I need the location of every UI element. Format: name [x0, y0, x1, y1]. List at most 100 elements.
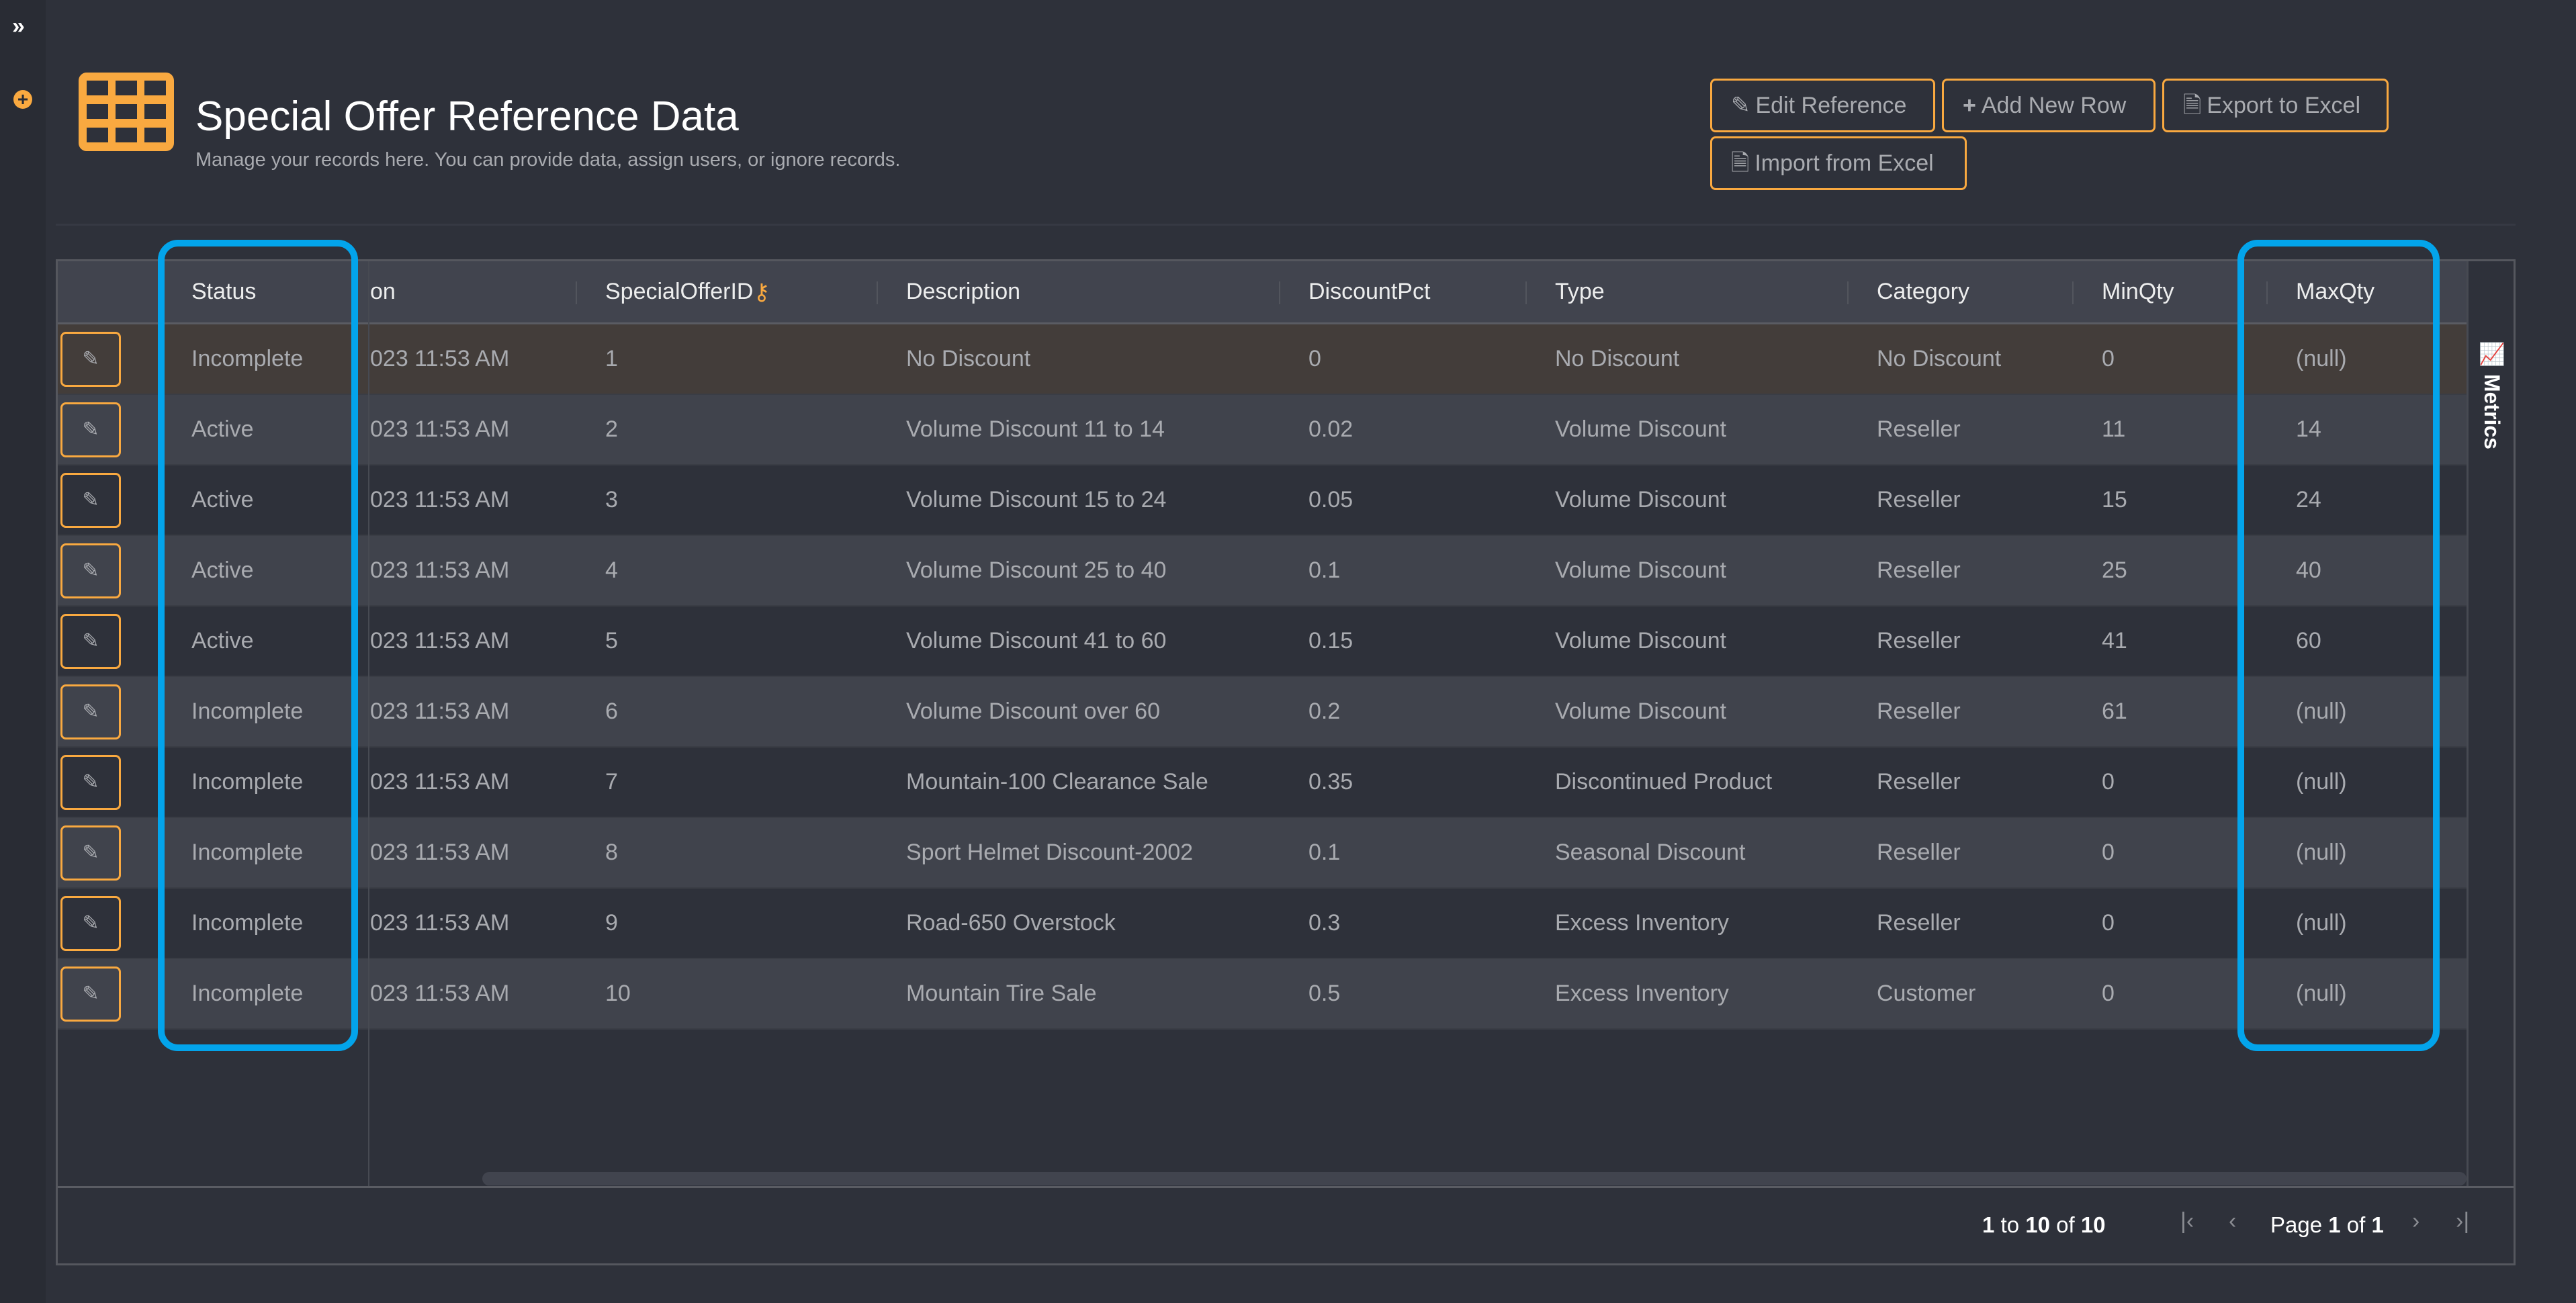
header-special-offer-id[interactable]: SpecialOfferID ⚷ — [577, 261, 878, 322]
edit-row-button[interactable]: ✎ — [60, 754, 121, 810]
export-excel-button[interactable]: 🗎 Export to Excel — [2162, 79, 2389, 132]
cell-special-offer-id: 4 — [605, 557, 618, 583]
cell-category: Reseller — [1877, 699, 1961, 724]
cell-type: Excess Inventory — [1555, 981, 1729, 1006]
edit-reference-button[interactable]: ✎ Edit Reference — [1710, 79, 1935, 132]
cell-type: Seasonal Discount — [1555, 840, 1746, 865]
table-row[interactable]: ✎ Incomplete 023 11:53 AM 1 No Discount 0 No D… — [58, 324, 2467, 395]
page-title: Special Offer Reference Data — [195, 93, 739, 140]
header-label: Category — [1877, 279, 1969, 304]
cell-category: Reseller — [1877, 910, 1961, 936]
plus-icon: + — [1963, 93, 1976, 118]
cell-max-qty: 24 — [2296, 487, 2321, 512]
cell-description: Volume Discount 15 to 24 — [906, 487, 1167, 512]
cell-special-offer-id: 10 — [605, 981, 631, 1006]
double-chevron-right-icon[interactable]: » — [12, 13, 25, 40]
table-row[interactable]: ✎ Active 023 11:53 AM 4 Volume Discount 25 t… — [58, 536, 2467, 606]
cell-description: Volume Discount over 60 — [906, 699, 1160, 724]
previous-page-icon[interactable]: ‹ — [2229, 1208, 2236, 1234]
table-row[interactable]: ✎ Incomplete 023 11:53 AM 7 Mountain-100 Cle… — [58, 748, 2467, 818]
cell-special-offer-id: 2 — [605, 416, 618, 442]
horizontal-scrollbar[interactable] — [482, 1172, 2467, 1185]
cell-description: Road-650 Overstock — [906, 910, 1116, 936]
edit-icon: ✎ — [1731, 93, 1750, 118]
edit-reference-label: Edit Reference — [1755, 93, 1907, 118]
cell-type: Volume Discount — [1555, 557, 1727, 583]
table-row[interactable]: ✎ Active 023 11:53 AM 3 Volume Discount 15 t… — [58, 465, 2467, 536]
header-category[interactable]: Category — [1849, 261, 2074, 322]
cell-max-qty: (null) — [2296, 769, 2347, 795]
cell-modified-on: 023 11:53 AM — [370, 487, 510, 512]
table-row[interactable]: ✎ Incomplete 023 11:53 AM 9 Road-650 Oversto… — [58, 889, 2467, 959]
cell-discount-pct: 0.35 — [1308, 769, 1353, 795]
header-description[interactable]: Description — [878, 261, 1280, 322]
edit-row-button[interactable]: ✎ — [60, 895, 121, 951]
table-row[interactable]: ✎ Incomplete 023 11:53 AM 8 Sport Helmet Dis… — [58, 818, 2467, 889]
edit-row-button[interactable]: ✎ — [60, 613, 121, 669]
edit-cell: ✎ — [58, 465, 163, 535]
header-min-qty[interactable]: MinQty — [2074, 261, 2268, 322]
cell-discount-pct: 0.1 — [1308, 557, 1341, 583]
add-new-row-button[interactable]: + Add New Row — [1942, 79, 2156, 132]
cell-modified-on: 023 11:53 AM — [370, 416, 510, 442]
cell-discount-pct: 0.15 — [1308, 628, 1353, 654]
import-excel-label: Import from Excel — [1755, 150, 1934, 176]
cell-status: Active — [191, 416, 254, 442]
metrics-panel-toggle[interactable]: 📈 Metrics — [2467, 261, 2514, 1186]
cell-type: Discontinued Product — [1555, 769, 1773, 795]
edit-row-button[interactable]: ✎ — [60, 402, 121, 457]
edit-row-button[interactable]: ✎ — [60, 543, 121, 598]
cell-description: Volume Discount 25 to 40 — [906, 557, 1167, 583]
cell-modified-on: 023 11:53 AM — [370, 910, 510, 936]
edit-row-button[interactable]: ✎ — [60, 825, 121, 881]
cell-min-qty: 11 — [2102, 416, 2126, 442]
last-page-icon[interactable]: ›| — [2456, 1208, 2469, 1234]
edit-row-button[interactable]: ✎ — [60, 472, 121, 528]
edit-row-button[interactable]: ✎ — [60, 966, 121, 1022]
cell-min-qty: 0 — [2102, 346, 2115, 371]
key-icon: ⚷ — [753, 279, 770, 305]
header-type[interactable]: Type — [1527, 261, 1849, 322]
table-row[interactable]: ✎ Incomplete 023 11:53 AM 10 Mountain Tire S… — [58, 959, 2467, 1030]
cell-status: Active — [191, 487, 254, 512]
header-status[interactable]: Status — [163, 261, 370, 322]
cell-type: Excess Inventory — [1555, 910, 1729, 936]
cell-category: Reseller — [1877, 769, 1961, 795]
cell-max-qty: (null) — [2296, 699, 2347, 724]
cell-description: Mountain-100 Clearance Sale — [906, 769, 1208, 795]
cell-modified-on: 023 11:53 AM — [370, 557, 510, 583]
cell-discount-pct: 0.5 — [1308, 981, 1341, 1006]
chart-line-icon: 📈 — [2480, 342, 2504, 369]
cell-status: Incomplete — [191, 346, 304, 371]
cell-min-qty: 0 — [2102, 769, 2115, 795]
table-row[interactable]: ✎ Active 023 11:53 AM 5 Volume Discount 41 t… — [58, 606, 2467, 677]
data-grid: Status on SpecialOfferID ⚷ Description Disco… — [56, 259, 2516, 1265]
metrics-label: Metrics — [2480, 373, 2504, 449]
table-row[interactable]: ✎ Active 023 11:53 AM 2 Volume Discount 11 t… — [58, 395, 2467, 465]
table-row[interactable]: ✎ Incomplete 023 11:53 AM 6 Volume Discount … — [58, 677, 2467, 748]
cell-modified-on: 023 11:53 AM — [370, 628, 510, 654]
import-excel-button[interactable]: 🗎 Import from Excel — [1710, 136, 1967, 190]
edit-row-button[interactable]: ✎ — [60, 684, 121, 739]
cell-category: No Discount — [1877, 346, 2002, 371]
first-page-icon[interactable]: |‹ — [2180, 1208, 2194, 1234]
edit-row-button[interactable]: ✎ — [60, 331, 121, 387]
cell-description: Mountain Tire Sale — [906, 981, 1097, 1006]
edit-cell: ✎ — [58, 748, 163, 817]
excel-file-icon: 🗎 — [1731, 150, 1750, 176]
header-max-qty[interactable]: MaxQty — [2268, 261, 2467, 322]
header-modified-on[interactable]: on — [370, 261, 577, 322]
cell-special-offer-id: 7 — [605, 769, 618, 795]
cell-special-offer-id: 1 — [605, 346, 618, 371]
cell-category: Reseller — [1877, 557, 1961, 583]
page-indicator: Page 1 of 1 — [2270, 1212, 2384, 1237]
next-page-icon[interactable]: › — [2412, 1208, 2419, 1234]
plus-circle-icon[interactable]: + — [13, 90, 32, 109]
cell-discount-pct: 0.3 — [1308, 910, 1341, 936]
cell-special-offer-id: 9 — [605, 910, 618, 936]
cell-modified-on: 023 11:53 AM — [370, 699, 510, 724]
header-discount-pct[interactable]: DiscountPct — [1280, 261, 1527, 322]
cell-status: Active — [191, 628, 254, 654]
edit-cell: ✎ — [58, 677, 163, 746]
cell-max-qty: 40 — [2296, 557, 2321, 583]
